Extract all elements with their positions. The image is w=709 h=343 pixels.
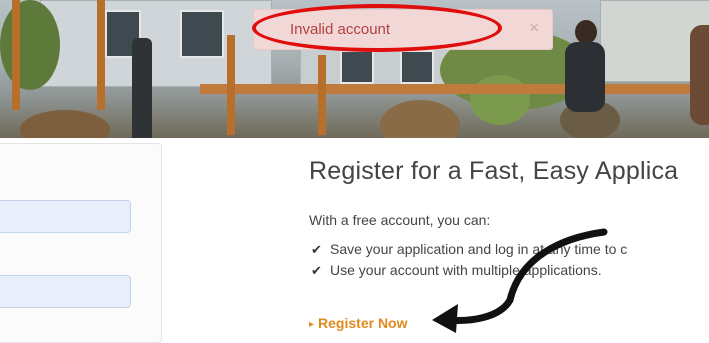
annotation-arrow-icon xyxy=(432,228,608,333)
